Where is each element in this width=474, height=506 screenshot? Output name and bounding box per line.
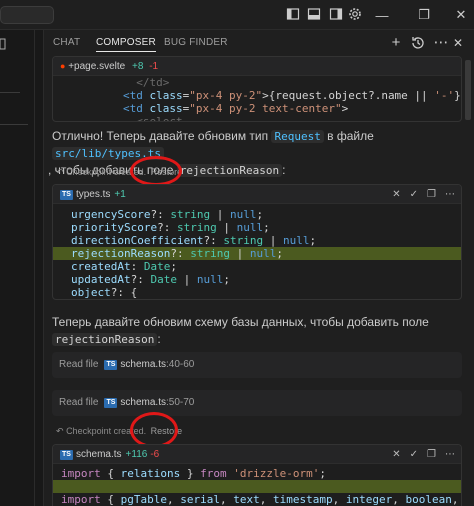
ai-panel-header: CHAT COMPOSER BUG FINDER + ⋯ ✕ bbox=[44, 30, 463, 56]
code-line: rejectionReason?: string | null; bbox=[53, 247, 461, 260]
typescript-file-icon: TS bbox=[60, 190, 73, 200]
annotation-circle bbox=[130, 156, 182, 186]
more-icon[interactable]: ⋯ bbox=[445, 449, 455, 460]
lines-added-count: +8 bbox=[132, 61, 144, 72]
undo-arrow-icon: ↶ bbox=[56, 426, 64, 436]
inline-code: rejectionReason bbox=[52, 333, 158, 346]
tab-chat[interactable]: CHAT bbox=[53, 37, 80, 48]
undo-arrow-icon: ↶ bbox=[56, 167, 64, 177]
code-line: urgencyScore?: string | null; bbox=[71, 208, 264, 221]
lines-added-count: +116 bbox=[125, 449, 148, 460]
more-icon[interactable]: ⋯ bbox=[445, 189, 455, 200]
inline-code: Request bbox=[271, 130, 324, 143]
scrollbar-thumb[interactable] bbox=[465, 60, 471, 120]
code-block-schema-ts: TS schema.ts +116 -6 ✕ ✓ ❐ ⋯ import { relation… bbox=[52, 444, 462, 506]
code-block-filename[interactable]: +page.svelte bbox=[68, 61, 125, 72]
code-block-page-svelte: ● +page.svelte +8 -1 </td> <td class="px-… bbox=[52, 56, 462, 122]
close-panel-icon[interactable]: ✕ bbox=[450, 35, 466, 51]
history-icon[interactable] bbox=[410, 35, 426, 51]
copy-icon[interactable]: ❐ bbox=[427, 449, 436, 460]
inline-code: rejectionReason bbox=[176, 164, 283, 177]
code-line: <td class="px-4 py-2 text-center"> bbox=[123, 102, 349, 115]
typescript-file-icon: TS bbox=[60, 450, 73, 460]
editor-left-edge bbox=[0, 30, 44, 506]
read-file-name[interactable]: schema.ts bbox=[120, 397, 166, 408]
code-line: </td> bbox=[123, 76, 170, 89]
code-block-header: ● +page.svelte +8 -1 bbox=[53, 57, 461, 76]
code-line: object?: { bbox=[71, 286, 138, 299]
more-options-icon[interactable]: ⋯ bbox=[433, 35, 449, 51]
scrollbar[interactable] bbox=[462, 30, 474, 506]
message-text: Отлично! Теперь давайте обновим тип bbox=[52, 129, 272, 143]
divider bbox=[0, 92, 20, 93]
tab-bug-finder[interactable]: BUG FINDER bbox=[164, 37, 228, 48]
command-center-search[interactable] bbox=[0, 6, 54, 24]
message-text: : bbox=[157, 332, 161, 346]
toggle-secondary-sidebar-icon[interactable] bbox=[329, 7, 343, 21]
annotation-circle bbox=[130, 412, 178, 448]
reject-icon[interactable]: ✕ bbox=[392, 189, 400, 200]
new-composer-plus-icon[interactable]: + bbox=[388, 35, 404, 51]
code-lines: urgencyScore?: string | null; prioritySco… bbox=[53, 208, 461, 299]
assistant-message: Теперь давайте обновим схему базы данных… bbox=[52, 314, 462, 348]
code-block-filename[interactable]: types.ts bbox=[76, 189, 110, 200]
code-line: import { pgTable, serial, text, timestam… bbox=[61, 493, 459, 506]
read-file-name[interactable]: schema.ts bbox=[120, 359, 166, 370]
code-line: <td class="px-4 py-2">{request.object?.n… bbox=[123, 89, 461, 102]
read-file-label: Read file bbox=[59, 397, 99, 408]
sidebar-overflow-icon[interactable] bbox=[0, 38, 8, 50]
code-block-types-ts: TS types.ts +1 ✕ ✓ ❐ ⋯ urgencyScore?: string … bbox=[52, 184, 462, 300]
lines-removed-count: -1 bbox=[149, 61, 159, 72]
message-text: Теперь давайте обновим схему базы данных… bbox=[52, 315, 429, 329]
code-block-header: TS schema.ts +116 -6 ✕ ✓ ❐ ⋯ bbox=[53, 445, 461, 464]
code-line: priorityScore?: string | null; bbox=[71, 221, 270, 234]
code-block-header: TS types.ts +1 ✕ ✓ ❐ ⋯ bbox=[53, 185, 461, 204]
code-lines: import { relations } from 'drizzle-orm';… bbox=[53, 467, 461, 506]
lines-added-count: +1 bbox=[114, 189, 126, 200]
code-line: updatedAt?: Date | null; bbox=[71, 273, 230, 286]
divider bbox=[0, 124, 28, 125]
close-window-button[interactable]: ✕ bbox=[448, 0, 474, 30]
accept-icon[interactable]: ✓ bbox=[410, 449, 418, 460]
code-block-actions: ✕ ✓ ❐ ⋯ bbox=[383, 185, 455, 204]
reject-icon[interactable]: ✕ bbox=[392, 449, 400, 460]
read-file-row[interactable]: Read file TS schema.ts:50-70 bbox=[52, 390, 462, 416]
divider bbox=[34, 30, 35, 506]
typescript-file-icon: TS bbox=[104, 398, 118, 408]
title-bar: — ❐ ✕ bbox=[0, 0, 474, 30]
code-line: import { relations } from 'drizzle-orm'; bbox=[61, 467, 326, 480]
read-file-label: Read file bbox=[59, 359, 99, 370]
settings-gear-icon[interactable] bbox=[348, 7, 362, 21]
svelte-file-icon: ● bbox=[60, 61, 66, 71]
tab-composer[interactable]: COMPOSER bbox=[96, 37, 156, 52]
read-file-range: :50-70 bbox=[166, 397, 195, 408]
accept-icon[interactable]: ✓ bbox=[410, 189, 418, 200]
code-lines: </td> <td class="px-4 py-2">{request.obje… bbox=[53, 76, 461, 122]
toggle-panel-icon[interactable] bbox=[307, 7, 321, 21]
message-text: : bbox=[282, 163, 286, 177]
copy-icon[interactable]: ❐ bbox=[427, 189, 436, 200]
message-text: в файле bbox=[323, 129, 374, 143]
toggle-primary-sidebar-icon[interactable] bbox=[286, 7, 300, 21]
restore-window-button[interactable]: ❐ bbox=[406, 0, 442, 30]
code-block-filename[interactable]: schema.ts bbox=[76, 449, 122, 460]
read-file-row[interactable]: Read file TS schema.ts:40-60 bbox=[52, 352, 462, 378]
code-block-actions: ✕ ✓ ❐ ⋯ bbox=[383, 445, 455, 464]
code-line: createdAt: Date; bbox=[71, 260, 177, 273]
minimize-window-button[interactable]: — bbox=[364, 0, 400, 30]
code-line bbox=[53, 480, 461, 493]
typescript-file-icon: TS bbox=[104, 360, 118, 370]
code-line: <select bbox=[123, 115, 183, 122]
code-line: directionCoefficient?: string | null; bbox=[71, 234, 317, 247]
read-file-range: :40-60 bbox=[166, 359, 195, 370]
lines-removed-count: -6 bbox=[150, 449, 160, 460]
